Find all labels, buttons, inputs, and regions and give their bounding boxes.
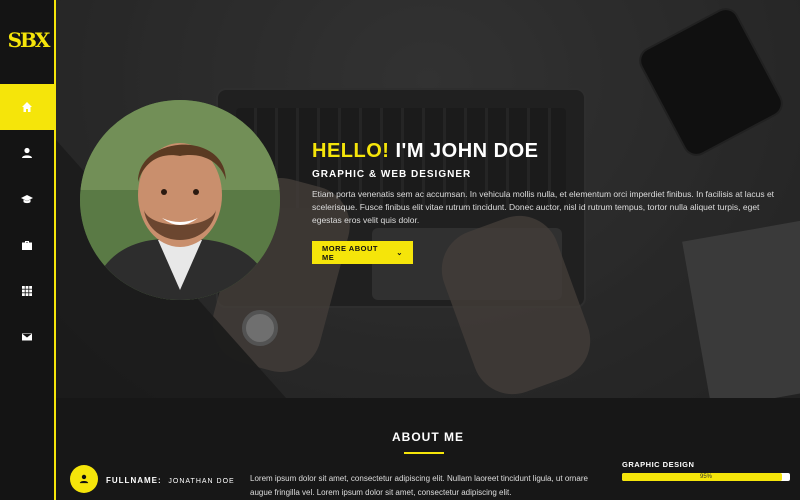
skill-progress-bar: 95%: [622, 473, 790, 481]
grid-icon: [22, 286, 32, 296]
greeting: HELLO!: [312, 140, 390, 162]
user-icon: [79, 474, 89, 484]
nav-home[interactable]: [0, 84, 54, 130]
graduation-cap-icon: [21, 195, 33, 204]
about-title: ABOUT ME: [392, 430, 464, 444]
hero-heading: HELLO! I'M JOHN DOE: [312, 140, 792, 163]
fullname-row: FULLNAME: JONATHAN DOE: [106, 476, 235, 485]
hero-text: HELLO! I'M JOHN DOE GRAPHIC & WEB DESIGN…: [312, 140, 792, 264]
more-about-me-button[interactable]: MORE ABOUT ME ⌄: [312, 241, 413, 264]
chevron-down-icon: ⌄: [396, 248, 403, 257]
nav-portfolio[interactable]: [0, 222, 54, 268]
briefcase-icon: [22, 241, 32, 250]
intro-paragraph: Etiam porta venenatis sem ac accumsan. I…: [312, 189, 775, 225]
name-line: I'M JOHN DOE: [395, 140, 539, 162]
skill-percent: 95%: [699, 474, 712, 480]
sidebar-nav: [0, 84, 54, 360]
fullname-label: FULLNAME:: [106, 476, 162, 485]
about-section: ABOUT ME FULLNAME: JONATHAN DOE Lorem ip…: [56, 398, 800, 500]
nav-education[interactable]: [0, 176, 54, 222]
profile-photo: [80, 100, 280, 300]
about-paragraph: Lorem ipsum dolor sit amet, consectetur …: [250, 474, 588, 497]
nav-contact[interactable]: [0, 314, 54, 360]
title-underline: [404, 452, 444, 454]
home-icon: [22, 102, 32, 112]
skill-label: GRAPHIC DESIGN: [622, 460, 695, 469]
nav-gallery[interactable]: [0, 268, 54, 314]
sidebar: SBX: [0, 0, 56, 500]
logo[interactable]: SBX: [0, 28, 56, 52]
role-subtitle: GRAPHIC & WEB DESIGNER: [312, 169, 472, 180]
fullname-icon-badge: [70, 465, 98, 493]
user-icon: [22, 147, 32, 158]
nav-about[interactable]: [0, 130, 54, 176]
envelope-icon: [22, 333, 32, 341]
fullname-value: JONATHAN DOE: [168, 478, 235, 485]
more-about-me-label: MORE ABOUT ME: [322, 243, 378, 262]
